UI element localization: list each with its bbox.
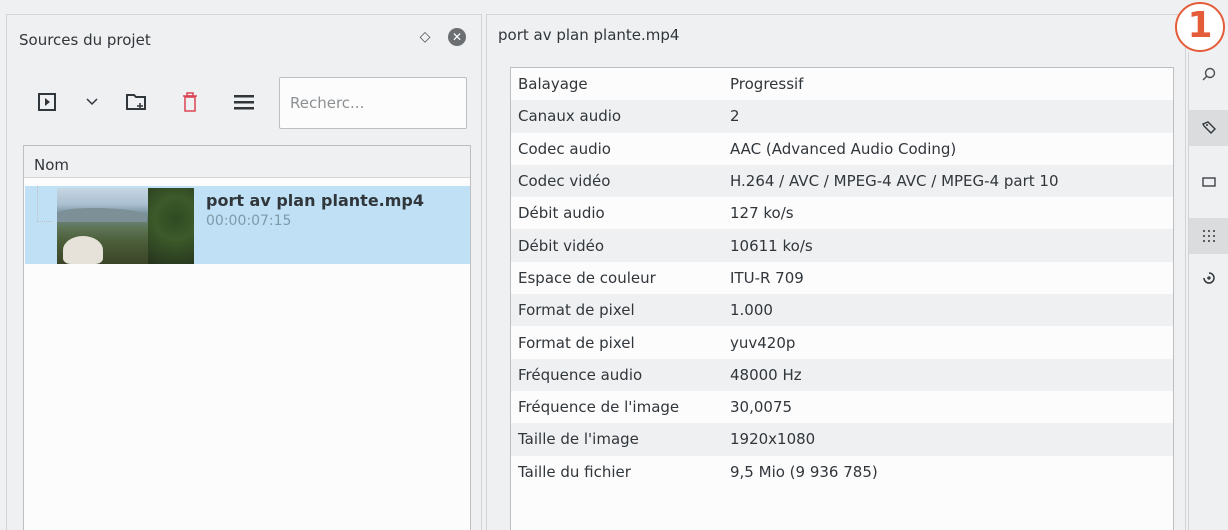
top-strip <box>0 0 1228 12</box>
property-row: Fréquence audio 48000 Hz <box>511 358 1173 391</box>
bin-list[interactable]: Nom port av plan plante.mp4 00:00:07:15 <box>23 145 471 530</box>
step-badge: 1 <box>1175 2 1225 52</box>
clip-name: port av plan plante.mp4 <box>206 191 425 210</box>
property-row: Débit vidéo 10611 ko/s <box>511 229 1173 262</box>
property-key: Fréquence de l'image <box>518 398 680 417</box>
rectangle-icon[interactable] <box>1189 164 1228 200</box>
clip-properties-title: port av plan plante.mp4 <box>498 26 680 44</box>
property-key: Taille du fichier <box>518 462 631 481</box>
clip-thumbnail <box>57 188 194 264</box>
property-value: 48000 Hz <box>730 365 802 384</box>
property-key: Fréquence audio <box>518 365 643 384</box>
property-value: Progressif <box>730 75 804 94</box>
property-row: Canaux audio 2 <box>511 100 1173 133</box>
property-value: 1.000 <box>730 301 773 320</box>
property-value: 30,0075 <box>730 398 793 417</box>
dots-grid-icon[interactable] <box>1189 218 1228 254</box>
add-folder-icon[interactable] <box>125 91 147 113</box>
property-value: yuv420p <box>730 333 796 352</box>
property-key: Débit audio <box>518 204 605 223</box>
property-key: Format de pixel <box>518 333 635 352</box>
property-row: Codec vidéo H.264 / AVC / MPEG-4 AVC / MP… <box>511 164 1173 198</box>
property-row: Balayage Progressif <box>511 68 1173 100</box>
properties-table: Balayage Progressif Canaux audio 2 Codec a… <box>510 67 1174 530</box>
property-row: Format de pixel 1.000 <box>511 294 1173 327</box>
property-key: Balayage <box>518 75 588 94</box>
clip-properties-panel: port av plan plante.mp4 Balayage Progress… <box>486 14 1186 530</box>
float-diamond-icon[interactable]: ◇ <box>417 27 433 47</box>
search-input[interactable] <box>279 77 467 129</box>
property-value: AAC (Advanced Audio Coding) <box>730 139 957 158</box>
property-value: H.264 / AVC / MPEG-4 AVC / MPEG-4 part 1… <box>730 172 1059 191</box>
property-key: Canaux audio <box>518 107 622 126</box>
clip-row[interactable]: port av plan plante.mp4 00:00:07:15 <box>25 186 470 264</box>
trash-icon[interactable] <box>181 91 199 113</box>
add-clip-icon[interactable] <box>37 91 57 113</box>
property-value: ITU-R 709 <box>730 268 804 287</box>
chevron-down-icon[interactable] <box>85 91 99 113</box>
property-row: Taille de l'image 1920x1080 <box>511 423 1173 456</box>
property-value: 127 ko/s <box>730 204 794 223</box>
property-key: Codec vidéo <box>518 172 611 191</box>
properties-sidebar <box>1188 52 1228 530</box>
close-panel-icon[interactable]: ✕ <box>448 28 466 46</box>
property-row: Débit audio 127 ko/s <box>511 197 1173 229</box>
property-value: 2 <box>730 107 740 126</box>
menu-icon[interactable] <box>233 91 255 113</box>
property-key: Format de pixel <box>518 301 635 320</box>
property-value: 9,5 Mio (9 936 785) <box>730 462 878 481</box>
property-row: Format de pixel yuv420p <box>511 326 1173 358</box>
tag-icon[interactable] <box>1189 110 1228 146</box>
panel-title: Sources du projet <box>19 31 151 49</box>
property-row: Espace de couleur ITU-R 709 <box>511 262 1173 294</box>
property-key: Taille de l'image <box>518 430 639 449</box>
property-key: Débit vidéo <box>518 236 605 255</box>
property-key: Espace de couleur <box>518 268 656 287</box>
property-row: Fréquence de l'image 30,0075 <box>511 391 1173 423</box>
clip-duration: 00:00:07:15 <box>206 213 292 229</box>
property-row: Codec audio AAC (Advanced Audio Coding) <box>511 133 1173 165</box>
property-row: Taille du fichier 9,5 Mio (9 936 785) <box>511 456 1173 488</box>
tree-branch <box>37 186 53 222</box>
column-header-name[interactable]: Nom <box>24 146 470 178</box>
search-icon[interactable] <box>1189 56 1228 92</box>
property-value: 1920x1080 <box>730 430 816 449</box>
property-value: 10611 ko/s <box>730 236 813 255</box>
audio-spiral-icon[interactable] <box>1189 260 1228 296</box>
property-key: Codec audio <box>518 139 611 158</box>
project-bin-panel: Sources du projet ◇ ✕ Nom port av plan p… <box>6 14 482 530</box>
